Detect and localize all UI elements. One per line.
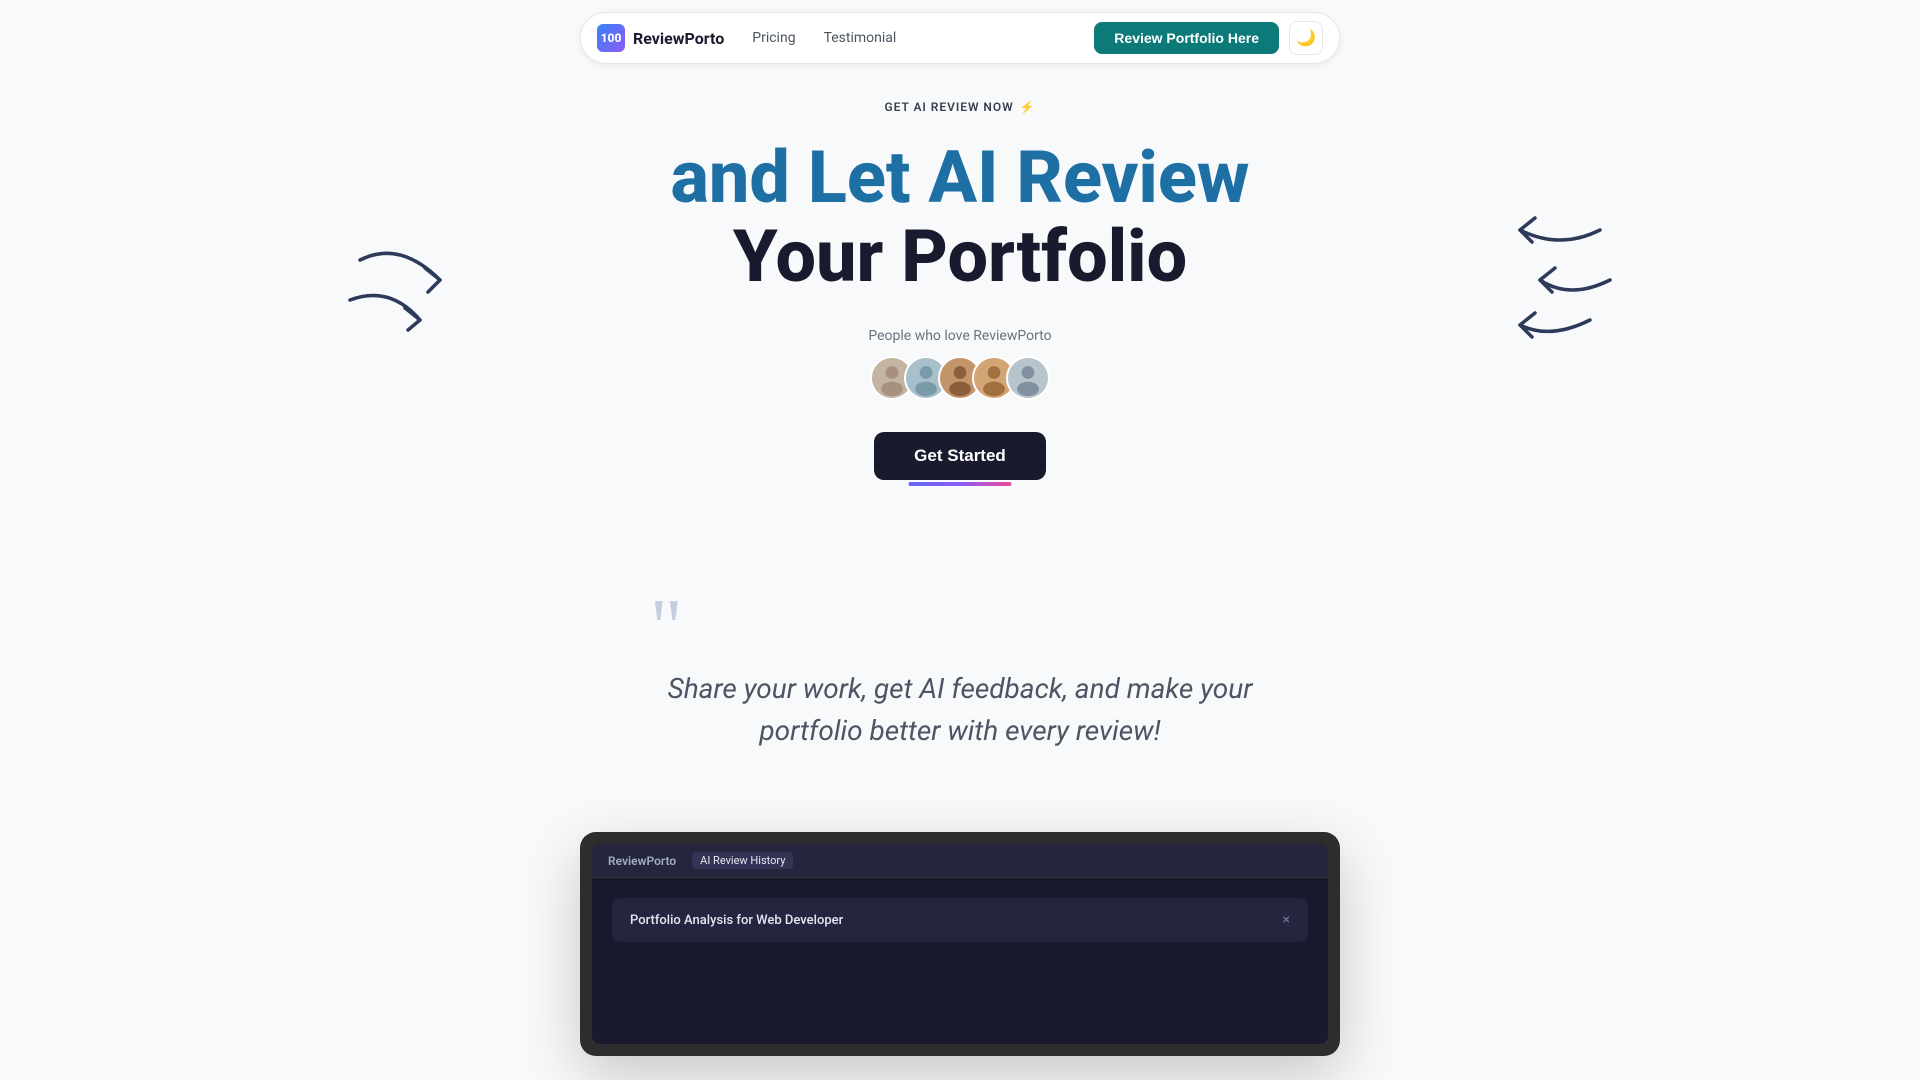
nav-logo[interactable]: 100 ReviewPorto [597,24,724,52]
quote-section: " Share your work, get AI feedback, and … [610,608,1310,752]
screen-card-title: Portfolio Analysis for Web Developer [630,913,843,928]
social-proof-label: People who love ReviewPorto [868,328,1051,344]
avatar-group [870,356,1050,400]
navbar: 100 ReviewPorto Pricing Testimonial Revi… [580,12,1340,64]
arrow-right-decoration [1460,210,1620,354]
ai-badge: GET AI REVIEW NOW ⚡ [884,100,1035,114]
mockup-section: ReviewPorto AI Review History Portfolio … [0,832,1920,1056]
get-started-button[interactable]: Get Started [874,432,1046,480]
screen-card-close[interactable]: × [1283,912,1290,928]
nav-right: Review Portfolio Here 🌙 [1094,21,1323,55]
review-portfolio-button[interactable]: Review Portfolio Here [1094,22,1279,54]
screen-card: Portfolio Analysis for Web Developer × [612,898,1308,942]
badge-text: GET AI REVIEW NOW [884,100,1013,114]
hero-heading: and Let AI Review Your Portfolio [671,138,1250,296]
laptop-frame: ReviewPorto AI Review History Portfolio … [580,832,1340,1056]
social-proof: People who love ReviewPorto [868,328,1051,400]
theme-toggle-button[interactable]: 🌙 [1289,21,1323,55]
heading-line2: Your Portfolio [671,217,1250,296]
logo-text: ReviewPorto [633,29,724,48]
laptop-screen: ReviewPorto AI Review History Portfolio … [592,844,1328,1044]
screen-content: Portfolio Analysis for Web Developer × [592,878,1328,962]
nav-left: 100 ReviewPorto Pricing Testimonial [597,24,896,52]
nav-link-pricing[interactable]: Pricing [752,30,795,46]
heading-line1: and Let AI Review [671,138,1250,217]
quote-marks: " [630,608,1290,648]
quote-text: Share your work, get AI feedback, and ma… [630,668,1290,752]
nav-link-testimonial[interactable]: Testimonial [824,30,897,46]
badge-icon: ⚡ [1020,100,1036,114]
main-content: GET AI REVIEW NOW ⚡ and Let AI Review Yo… [0,0,1920,1056]
screen-logo: ReviewPorto [608,854,676,868]
avatar [1006,356,1050,400]
arrow-left-decoration [340,230,460,344]
moon-icon: 🌙 [1296,28,1316,48]
screen-tab-active: AI Review History [692,852,793,869]
logo-icon: 100 [597,24,625,52]
screen-bar: ReviewPorto AI Review History [592,844,1328,878]
